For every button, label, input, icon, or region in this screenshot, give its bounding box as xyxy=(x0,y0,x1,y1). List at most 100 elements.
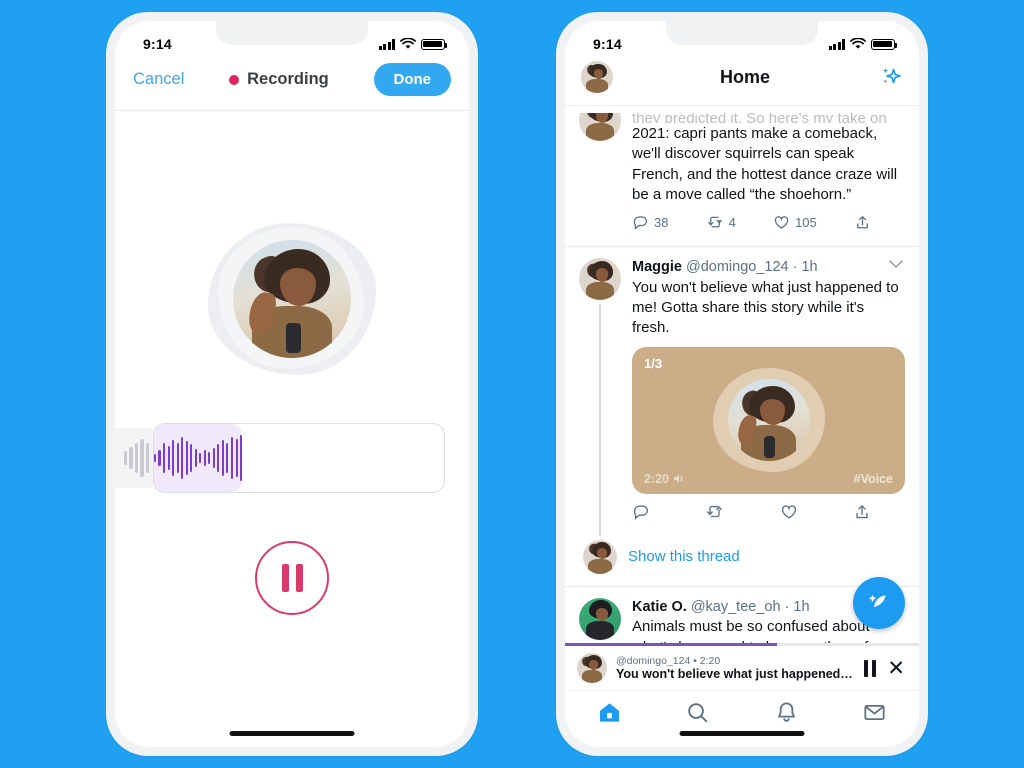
tweet-author-name[interactable]: Maggie xyxy=(632,259,682,275)
recorder-body xyxy=(115,111,469,747)
voice-tweet-card[interactable]: 1/3 2:20 #Voice xyxy=(632,346,905,494)
waveform-bar xyxy=(163,443,166,473)
waveform-bar xyxy=(235,439,238,477)
waveform-ghost-bar xyxy=(140,439,144,477)
mini-player-text: @domingo_124 • 2:20 You won't believe wh… xyxy=(616,655,855,682)
retweet-icon xyxy=(707,216,722,228)
show-thread-row[interactable]: Show this thread xyxy=(579,536,905,586)
recorder-screen: 9:14 Cancel Recording Done xyxy=(115,21,469,747)
waveform-bar xyxy=(226,443,229,473)
notch xyxy=(666,21,818,45)
avatar[interactable] xyxy=(577,653,607,683)
sparkles-icon[interactable] xyxy=(877,64,903,90)
tweet-meta: Maggie @domingo_124 · 1h xyxy=(632,259,818,275)
share-icon xyxy=(857,216,868,229)
like-action[interactable]: 105 xyxy=(773,214,817,231)
waveform-bar xyxy=(194,449,197,467)
wifi-icon xyxy=(400,38,416,49)
recorder-avatar-stage xyxy=(115,223,469,375)
reply-count: 38 xyxy=(654,215,669,230)
avatar xyxy=(233,240,351,358)
tab-home[interactable] xyxy=(587,700,631,725)
like-heart-icon xyxy=(774,216,789,229)
recording-label: Recording xyxy=(247,70,329,88)
mini-audio-player[interactable]: @domingo_124 • 2:20 You won't believe wh… xyxy=(565,646,919,691)
status-time: 9:14 xyxy=(593,36,622,52)
cancel-button[interactable]: Cancel xyxy=(133,70,184,89)
envelope-icon xyxy=(864,704,885,721)
share-action[interactable] xyxy=(854,214,871,231)
voice-card-avatar-blob xyxy=(712,368,825,473)
waveform-row xyxy=(115,423,469,493)
waveform-bar xyxy=(190,444,193,472)
voice-card-duration: 2:20 xyxy=(644,472,686,486)
home-indicator xyxy=(229,731,355,736)
tab-notifications[interactable] xyxy=(764,700,808,725)
share-action[interactable] xyxy=(853,503,871,521)
battery-icon xyxy=(871,38,897,50)
recording-dot-icon xyxy=(229,74,240,85)
retweet-icon xyxy=(707,505,723,517)
tweet-text: You won't believe what just happened to … xyxy=(632,278,899,337)
record-pause-button[interactable] xyxy=(255,541,329,615)
compose-tweet-button[interactable] xyxy=(853,577,905,629)
bottom-tab-bar xyxy=(565,691,919,747)
waveform-current-segment[interactable] xyxy=(154,424,243,492)
waveform-bar xyxy=(158,450,161,466)
twitter-phone: 9:14 Home they predicted it. So here's m… xyxy=(556,12,928,756)
speaker-icon xyxy=(674,474,683,483)
tweet-timestamp: 1h xyxy=(793,598,810,615)
battery-icon xyxy=(421,38,447,50)
page-title: Home xyxy=(719,66,770,87)
avatar[interactable] xyxy=(579,597,621,640)
status-time: 9:14 xyxy=(143,36,172,52)
avatar[interactable] xyxy=(579,258,621,300)
tweet-author-handle[interactable]: @domingo_124 xyxy=(686,259,789,275)
waveform-bar xyxy=(181,437,184,479)
show-thread-link[interactable]: Show this thread xyxy=(628,548,740,565)
waveform-track[interactable] xyxy=(153,423,445,493)
chevron-down-icon[interactable] xyxy=(889,260,903,269)
pause-icon-bar-right xyxy=(295,564,303,592)
tab-messages[interactable] xyxy=(853,700,897,725)
profile-avatar[interactable] xyxy=(581,61,613,93)
waveform-bar xyxy=(176,443,179,473)
mini-player-pause-button[interactable] xyxy=(863,659,877,677)
recorder-topbar: Cancel Recording Done xyxy=(115,59,469,111)
table-row[interactable]: Maggie @domingo_124 · 1h You won't belie… xyxy=(565,247,919,587)
like-count: 105 xyxy=(795,215,817,230)
home-icon xyxy=(599,703,619,722)
retweet-action[interactable]: 4 xyxy=(706,214,736,231)
voice-card-hashtag[interactable]: #Voice xyxy=(854,472,893,486)
feed-header: Home xyxy=(565,59,919,105)
table-row[interactable]: they predicted it. So here's my take on … xyxy=(565,113,919,247)
waveform-bar xyxy=(167,446,170,470)
tweet-text: 2021: capri pants make a comeback, we'll… xyxy=(632,125,898,203)
waveform-bar xyxy=(221,440,224,476)
tab-search[interactable] xyxy=(676,700,720,725)
wifi-icon xyxy=(850,38,866,49)
like-action[interactable] xyxy=(780,503,798,521)
pause-icon-bar-left xyxy=(281,564,289,592)
avatar xyxy=(583,539,617,574)
tweet-author-handle[interactable]: @kay_tee_oh xyxy=(691,599,781,615)
mini-player-close-button[interactable]: ✕ xyxy=(885,658,907,679)
reply-action[interactable] xyxy=(632,503,650,521)
home-indicator xyxy=(679,731,805,736)
waveform-bar xyxy=(172,440,175,476)
recording-status: Recording xyxy=(229,70,329,89)
cellular-signal-icon xyxy=(378,38,395,50)
retweet-count: 4 xyxy=(728,215,736,230)
done-button[interactable]: Done xyxy=(373,63,451,96)
waveform-ghost-bar xyxy=(134,443,138,473)
status-icons xyxy=(378,38,447,50)
like-heart-icon xyxy=(781,504,796,519)
waveform-previous-segment[interactable] xyxy=(115,428,153,488)
reply-icon xyxy=(633,505,648,520)
waveform-bar xyxy=(208,452,211,464)
avatar[interactable] xyxy=(579,113,621,141)
tweet-author-name[interactable]: Katie O. xyxy=(632,599,687,615)
retweet-action[interactable] xyxy=(705,503,724,521)
reply-action[interactable]: 38 xyxy=(632,214,668,231)
mini-player-meta: @domingo_124 • 2:20 xyxy=(616,654,721,667)
